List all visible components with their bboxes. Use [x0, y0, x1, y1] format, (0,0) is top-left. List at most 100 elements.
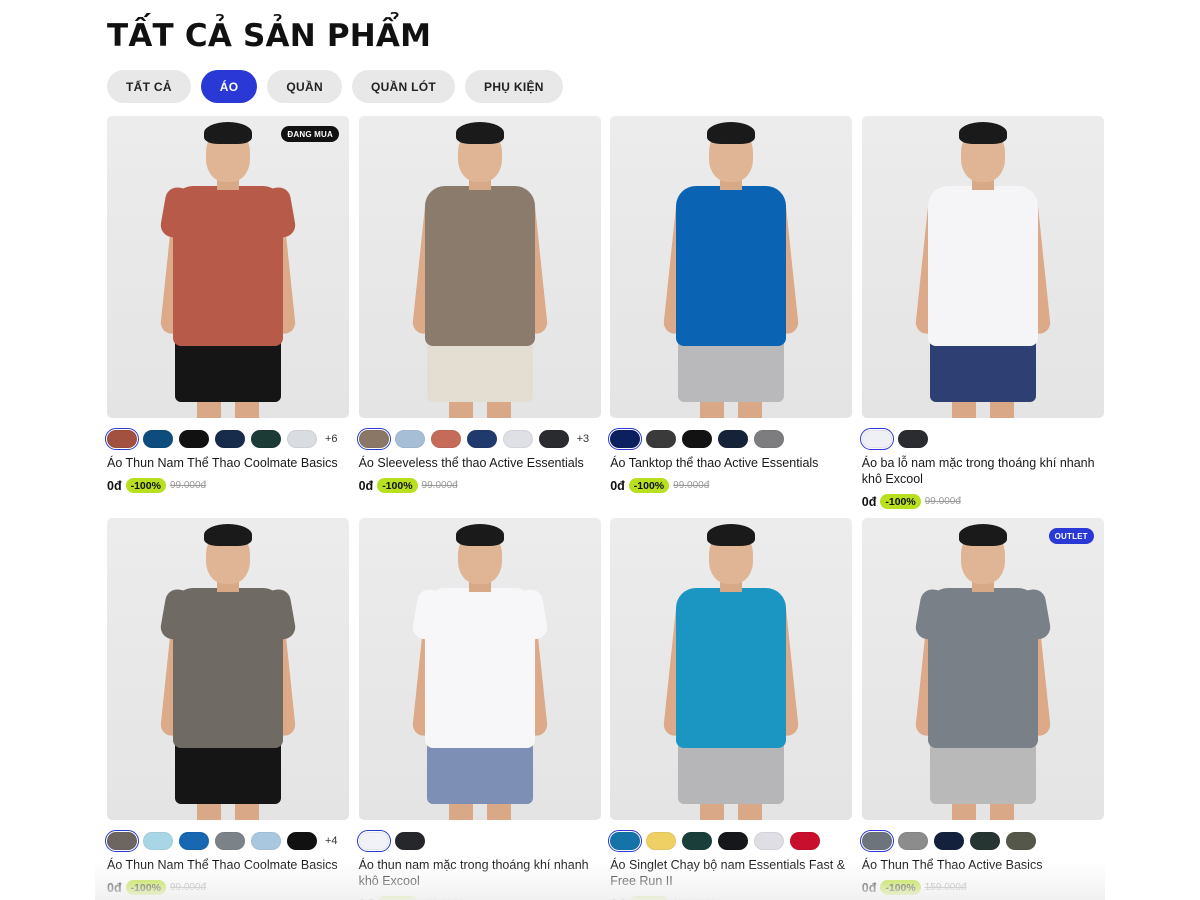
color-swatch[interactable]: [969, 832, 1000, 850]
product-name[interactable]: Áo thun nam mặc trong thoáng khí nhanh k…: [359, 857, 601, 889]
tab-pants[interactable]: QUẦN: [267, 70, 342, 103]
color-swatch[interactable]: [790, 832, 821, 850]
product-image[interactable]: [358, 116, 601, 418]
original-price: 159.000đ: [924, 882, 967, 893]
color-swatch[interactable]: [897, 832, 928, 850]
product-card[interactable]: ĐANG MUA +6 Áo Thun Nam Thể Thao Coolmat…: [104, 116, 349, 518]
product-card[interactable]: +4 Áo Thun Nam Thể Thao Coolmate Basics …: [104, 518, 349, 900]
color-swatch[interactable]: [718, 430, 749, 448]
price-row: 0đ -100% 99.000đ: [610, 478, 852, 493]
color-swatch[interactable]: [143, 430, 173, 448]
shorts: [426, 740, 533, 804]
color-swatch[interactable]: [143, 832, 173, 850]
color-swatch[interactable]: [251, 430, 281, 448]
discount-badge: -100%: [628, 478, 670, 493]
color-swatch[interactable]: [179, 832, 209, 850]
hair: [958, 524, 1007, 546]
product-badge: OUTLET: [1048, 528, 1094, 544]
model-figure: [862, 518, 1104, 820]
color-swatch[interactable]: [215, 430, 245, 448]
product-card[interactable]: Áo thun nam mặc trong thoáng khí nhanh k…: [356, 518, 601, 900]
more-colors-count[interactable]: +3: [577, 433, 590, 445]
product-name[interactable]: Áo Thun Nam Thể Thao Coolmate Basics: [107, 455, 349, 471]
color-swatch[interactable]: [718, 832, 749, 850]
color-swatches: [607, 427, 852, 451]
original-price: 99.000đ: [924, 496, 961, 507]
price-row: 0đ -100% 159.000đ: [610, 896, 852, 900]
color-swatch[interactable]: [104, 427, 140, 451]
color-swatch[interactable]: [646, 832, 677, 850]
color-swatch[interactable]: [356, 427, 392, 451]
color-swatch[interactable]: [466, 430, 497, 448]
tab-accessories[interactable]: PHỤ KIỆN: [465, 70, 563, 103]
color-swatch[interactable]: [933, 832, 964, 850]
product-image[interactable]: [610, 116, 853, 418]
hair: [707, 122, 756, 144]
category-tabs: TẤT CẢ ÁO QUẦN QUẦN LÓT PHỤ KIỆN: [107, 70, 563, 103]
shirt: [676, 186, 787, 346]
color-swatch[interactable]: [754, 430, 785, 448]
shirt: [424, 186, 535, 346]
product-card[interactable]: Áo Singlet Chạy bộ nam Essentials Fast &…: [607, 518, 853, 900]
shirt: [676, 588, 787, 748]
product-price: 0đ: [610, 478, 625, 493]
product-image[interactable]: [610, 518, 853, 820]
color-swatches: +3: [356, 427, 601, 451]
color-swatch[interactable]: [859, 427, 895, 451]
color-swatch[interactable]: [897, 430, 928, 448]
price-row: 0đ -100% 99.000đ: [862, 494, 1104, 509]
tab-underwear[interactable]: QUẦN LÓT: [351, 70, 456, 103]
color-swatch[interactable]: [287, 832, 317, 850]
product-name[interactable]: Áo Tanktop thể thao Active Essentials: [610, 455, 852, 471]
model-figure: [359, 518, 601, 820]
color-swatch[interactable]: [394, 832, 425, 850]
shirt: [927, 186, 1038, 346]
color-swatch[interactable]: [859, 829, 895, 853]
color-swatch[interactable]: [179, 430, 209, 448]
tab-shirts[interactable]: ÁO: [200, 70, 258, 103]
hair: [204, 524, 252, 546]
product-image[interactable]: OUTLET: [861, 518, 1104, 820]
color-swatch[interactable]: [538, 430, 569, 448]
color-swatch[interactable]: [682, 832, 713, 850]
color-swatch[interactable]: [682, 430, 713, 448]
color-swatch[interactable]: [607, 829, 643, 853]
color-swatch[interactable]: [394, 430, 425, 448]
product-name[interactable]: Áo Thun Nam Thể Thao Coolmate Basics: [107, 857, 349, 873]
shorts: [175, 338, 281, 402]
product-name[interactable]: Áo Thun Thể Thao Active Basics: [862, 857, 1104, 873]
product-image[interactable]: [358, 518, 601, 820]
color-swatch[interactable]: [430, 430, 461, 448]
color-swatch[interactable]: [502, 430, 533, 448]
product-name[interactable]: Áo Singlet Chạy bộ nam Essentials Fast &…: [610, 857, 852, 889]
product-card[interactable]: +3 Áo Sleeveless thể thao Active Essenti…: [356, 116, 601, 518]
tab-all[interactable]: TẤT CẢ: [107, 70, 191, 103]
product-name[interactable]: Áo Sleeveless thể thao Active Essentials: [359, 455, 601, 471]
product-card[interactable]: OUTLET Áo Thun Thể Thao Active Basics 0đ…: [859, 518, 1104, 900]
more-colors-count[interactable]: +6: [325, 433, 338, 445]
product-card[interactable]: Áo ba lỗ nam mặc trong thoáng khí nhanh …: [859, 116, 1104, 518]
discount-badge: -100%: [880, 494, 921, 509]
color-swatch[interactable]: [356, 829, 392, 853]
hair: [455, 122, 504, 144]
color-swatch[interactable]: [1005, 832, 1036, 850]
product-image[interactable]: [861, 116, 1104, 418]
more-colors-count[interactable]: +4: [325, 835, 338, 847]
hair: [707, 524, 756, 546]
color-swatches: [859, 829, 1104, 853]
color-swatch[interactable]: [215, 832, 245, 850]
product-grid: ĐANG MUA +6 Áo Thun Nam Thể Thao Coolmat…: [104, 116, 1104, 900]
color-swatch[interactable]: [607, 427, 643, 451]
color-swatch[interactable]: [251, 832, 281, 850]
shorts: [929, 338, 1036, 402]
product-image[interactable]: [107, 518, 349, 820]
color-swatch[interactable]: [287, 430, 317, 448]
model-figure: [107, 518, 349, 820]
product-card[interactable]: Áo Tanktop thể thao Active Essentials 0đ…: [607, 116, 853, 518]
color-swatch[interactable]: [754, 832, 785, 850]
shorts: [929, 740, 1036, 804]
color-swatch[interactable]: [104, 829, 140, 853]
product-image[interactable]: ĐANG MUA: [107, 116, 349, 418]
product-name[interactable]: Áo ba lỗ nam mặc trong thoáng khí nhanh …: [862, 455, 1104, 487]
color-swatch[interactable]: [646, 430, 677, 448]
